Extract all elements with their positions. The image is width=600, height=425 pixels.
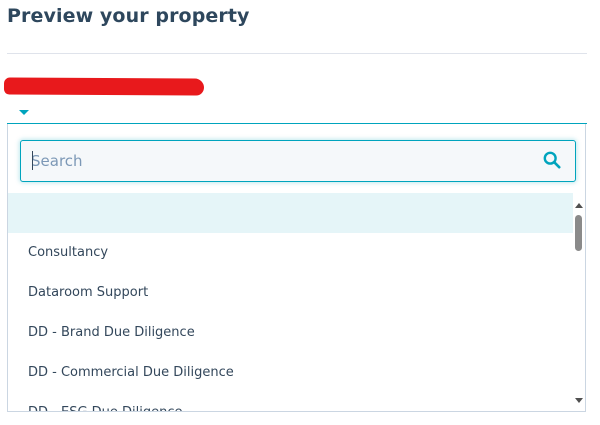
- scroll-thumb[interactable]: [575, 215, 582, 251]
- dropdown-option[interactable]: Consultancy: [8, 233, 573, 273]
- scroll-up-arrow-icon[interactable]: [575, 203, 583, 208]
- dropdown-option[interactable]: DD - Commercial Due Diligence: [8, 353, 573, 393]
- caret-down-icon[interactable]: [19, 110, 29, 115]
- text-cursor: [32, 151, 33, 170]
- scroll-down-arrow-icon[interactable]: [575, 398, 583, 403]
- option-list: Consultancy Dataroom Support DD - Brand …: [8, 193, 573, 411]
- dropdown-option-empty[interactable]: [8, 193, 573, 233]
- redacted-label: [3, 77, 205, 96]
- page-title: Preview your property: [7, 5, 250, 27]
- dropdown-option[interactable]: DD - Brand Due Diligence: [8, 313, 573, 353]
- dropdown-option[interactable]: Dataroom Support: [8, 273, 573, 313]
- divider: [7, 53, 587, 54]
- scrollbar[interactable]: [572, 193, 584, 411]
- dropdown-menu: Consultancy Dataroom Support DD - Brand …: [7, 124, 586, 412]
- property-preview-panel: Preview your property Consultancy Dataro…: [0, 0, 600, 425]
- dropdown-option[interactable]: DD - ESG Due Diligence: [8, 393, 573, 411]
- property-select-field[interactable]: [7, 103, 587, 124]
- search-box[interactable]: [20, 140, 576, 182]
- search-icon[interactable]: [543, 151, 561, 169]
- search-input[interactable]: [31, 141, 531, 180]
